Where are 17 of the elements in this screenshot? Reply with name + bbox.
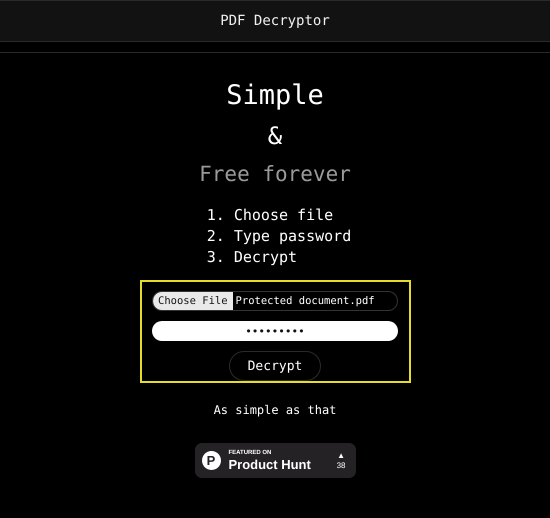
step-text: 3. Decrypt (206, 247, 298, 268)
app-title: PDF Decryptor (220, 13, 330, 29)
upvote-icon: ▲ (337, 450, 345, 460)
upvote-count: 38 (336, 460, 346, 470)
choose-file-button[interactable]: Choose File (153, 292, 233, 310)
step-text: 1. Choose file (206, 205, 334, 226)
logo-icon: P (202, 451, 220, 470)
badge-name: Product Hunt (228, 456, 312, 472)
headline: & (268, 121, 282, 152)
decrypt-button[interactable]: Decrypt (228, 351, 322, 381)
file-name: Protected document.pdf (236, 295, 375, 307)
tagline: As simple as that (214, 403, 336, 417)
subheadline: Free forever (199, 161, 351, 188)
password-field[interactable]: ••••••••• (152, 321, 398, 341)
step-text: 2. Type password (206, 226, 352, 247)
file-input[interactable]: Choose File Protected document.pdf (152, 291, 398, 311)
headline: Simple (226, 79, 324, 113)
